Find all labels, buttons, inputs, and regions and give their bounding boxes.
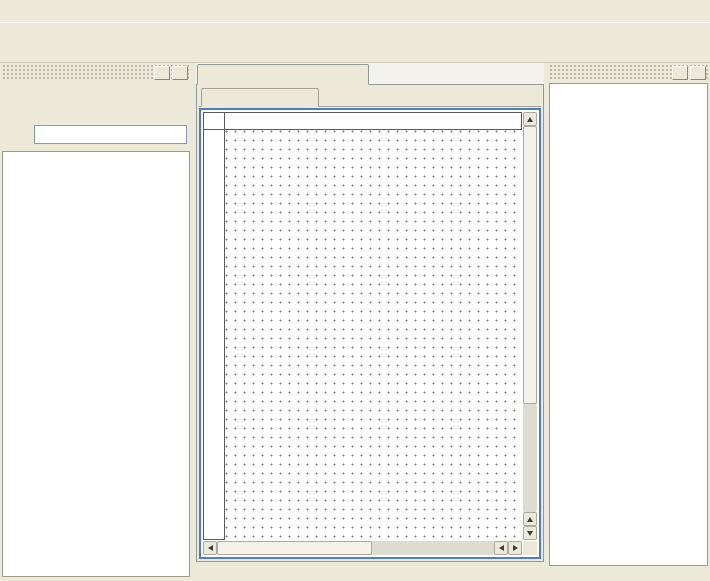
ruler-corner bbox=[203, 112, 225, 130]
main-toolbar bbox=[0, 22, 710, 63]
close-undo-panel-button[interactable] bbox=[690, 66, 706, 80]
elements-tree bbox=[2, 151, 190, 577]
mdi-area bbox=[196, 63, 544, 581]
undo-list[interactable] bbox=[549, 83, 708, 566]
scroll-left-button[interactable] bbox=[203, 541, 217, 555]
float-undo-panel-button[interactable] bbox=[672, 66, 688, 80]
horizontal-scroll-track[interactable] bbox=[217, 541, 494, 555]
arrow-left-icon bbox=[208, 545, 213, 551]
elements-panel-toolbar bbox=[2, 83, 190, 117]
row-headers bbox=[203, 130, 225, 540]
elements-panel-titlebar[interactable] bbox=[2, 64, 190, 81]
close-elements-panel-button[interactable] bbox=[172, 66, 188, 80]
column-headers bbox=[225, 112, 522, 130]
project-view bbox=[196, 85, 544, 562]
schema-canvas[interactable] bbox=[225, 130, 522, 540]
tab-schema-sans-titre[interactable] bbox=[201, 88, 319, 107]
horizontal-scrollbar[interactable] bbox=[203, 540, 522, 555]
arrow-right-icon bbox=[513, 545, 518, 551]
schema-view bbox=[199, 108, 541, 559]
qelectrotech-window bbox=[0, 0, 710, 63]
arrow-up-icon bbox=[527, 117, 533, 122]
schema-tab-bar bbox=[199, 87, 541, 107]
filter-row bbox=[2, 125, 190, 144]
vertical-scroll-track[interactable] bbox=[523, 126, 537, 512]
horizontal-scroll-thumb[interactable] bbox=[217, 541, 372, 555]
float-elements-panel-button[interactable] bbox=[154, 66, 170, 80]
undo-panel bbox=[547, 63, 710, 581]
main-area bbox=[0, 63, 710, 581]
elements-panel bbox=[0, 63, 192, 581]
scroll-down-button[interactable] bbox=[523, 526, 537, 540]
menu-bar bbox=[0, 0, 710, 22]
arrow-up-icon bbox=[527, 517, 533, 522]
vertical-scroll-thumb[interactable] bbox=[523, 126, 537, 404]
scroll-left-button-2[interactable] bbox=[494, 541, 508, 555]
clear-filter-button[interactable] bbox=[5, 125, 24, 144]
scrollbar-corner bbox=[523, 541, 537, 555]
scroll-up-button-2[interactable] bbox=[523, 512, 537, 526]
scroll-up-button[interactable] bbox=[523, 112, 537, 126]
arrow-left-icon bbox=[499, 545, 504, 551]
arrow-down-icon bbox=[527, 531, 533, 536]
undo-panel-titlebar[interactable] bbox=[549, 64, 708, 81]
tab-projet-sans-titre[interactable] bbox=[197, 64, 369, 85]
project-tab-bar bbox=[196, 63, 544, 85]
vertical-scrollbar[interactable] bbox=[522, 112, 537, 540]
filter-input[interactable] bbox=[34, 125, 187, 144]
scroll-right-button[interactable] bbox=[508, 541, 522, 555]
